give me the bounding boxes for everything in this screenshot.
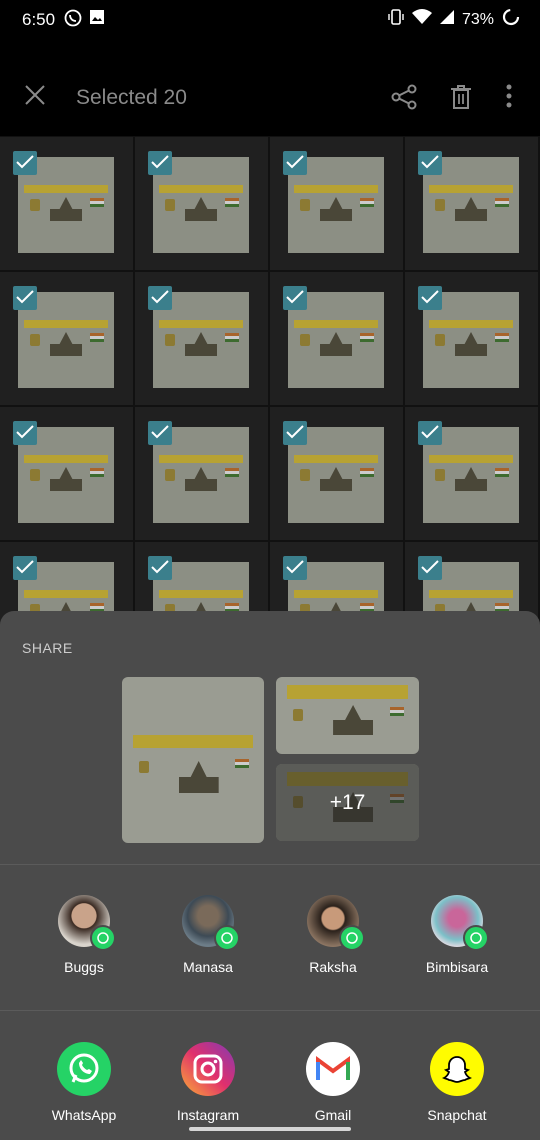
instagram-icon <box>181 1042 235 1096</box>
close-icon[interactable] <box>24 84 46 111</box>
signal-icon <box>439 10 454 29</box>
app-name: Instagram <box>176 1107 240 1123</box>
photo-thumbnail[interactable] <box>135 137 268 270</box>
avatar <box>182 895 240 951</box>
delete-icon[interactable] <box>450 84 472 115</box>
app-snapchat[interactable]: Snapchat <box>402 1042 512 1123</box>
more-options-icon[interactable] <box>506 84 512 113</box>
photo-thumbnail[interactable] <box>270 407 403 540</box>
gallery-notification-icon <box>90 9 104 30</box>
app-instagram[interactable]: Instagram <box>153 1042 263 1123</box>
contact-name: Buggs <box>64 959 104 975</box>
divider <box>0 864 540 865</box>
app-gmail[interactable]: Gmail <box>278 1042 388 1123</box>
photo-thumbnail[interactable] <box>270 137 403 270</box>
app-name: Gmail <box>314 1107 352 1123</box>
checkbox-checked-icon[interactable] <box>418 286 442 310</box>
photo-thumbnail[interactable] <box>405 272 538 405</box>
share-preview-second <box>276 677 419 754</box>
checkbox-checked-icon[interactable] <box>148 421 172 445</box>
photo-thumbnail[interactable] <box>135 272 268 405</box>
photo-thumbnail[interactable] <box>270 272 403 405</box>
home-indicator[interactable] <box>189 1127 351 1131</box>
whatsapp-icon <box>57 1042 111 1096</box>
whatsapp-badge-icon <box>90 925 116 951</box>
whatsapp-badge-icon <box>214 925 240 951</box>
checkbox-checked-icon[interactable] <box>283 421 307 445</box>
share-icon[interactable] <box>390 84 418 115</box>
contact-manasa[interactable]: Manasa <box>153 895 263 975</box>
photo-thumbnail[interactable] <box>405 137 538 270</box>
selection-toolbar: Selected 20 <box>0 40 540 136</box>
photo-thumbnail[interactable] <box>0 272 133 405</box>
battery-icon <box>502 8 520 31</box>
contact-name: Bimbisara <box>425 959 489 975</box>
share-preview-more: +17 <box>276 764 419 841</box>
gmail-icon <box>306 1042 360 1096</box>
checkbox-checked-icon[interactable] <box>283 556 307 580</box>
status-bar: 6:50 73% <box>0 0 540 40</box>
whatsapp-notification-icon <box>64 9 82 32</box>
contact-bimbisara[interactable]: Bimbisara <box>402 895 512 975</box>
checkbox-checked-icon[interactable] <box>13 421 37 445</box>
vibrate-icon <box>388 9 404 30</box>
more-count: +17 <box>276 764 419 841</box>
share-sheet: SHARE +17 Buggs Manasa Raksha Bimbisara <box>0 611 540 1140</box>
whatsapp-badge-icon <box>463 925 489 951</box>
wifi-icon <box>411 9 432 30</box>
snapchat-icon <box>430 1042 484 1096</box>
share-sheet-label: SHARE <box>22 640 73 656</box>
checkbox-checked-icon[interactable] <box>283 151 307 175</box>
contact-name: Raksha <box>309 959 357 975</box>
share-preview-main <box>122 677 264 843</box>
photo-thumbnail[interactable] <box>0 407 133 540</box>
checkbox-checked-icon[interactable] <box>148 556 172 580</box>
checkbox-checked-icon[interactable] <box>13 286 37 310</box>
checkbox-checked-icon[interactable] <box>148 286 172 310</box>
photo-thumbnail[interactable] <box>135 407 268 540</box>
app-whatsapp[interactable]: WhatsApp <box>29 1042 139 1123</box>
contact-buggs[interactable]: Buggs <box>29 895 139 975</box>
battery-percent: 73% <box>461 10 494 28</box>
avatar <box>431 895 489 951</box>
avatar <box>58 895 116 951</box>
status-time: 6:50 <box>22 10 56 29</box>
photo-thumbnail[interactable] <box>405 407 538 540</box>
checkbox-checked-icon[interactable] <box>13 556 37 580</box>
checkbox-checked-icon[interactable] <box>418 421 442 445</box>
checkbox-checked-icon[interactable] <box>418 556 442 580</box>
app-name: Snapchat <box>427 1107 487 1123</box>
checkbox-checked-icon[interactable] <box>13 151 37 175</box>
divider <box>0 1010 540 1011</box>
contact-raksha[interactable]: Raksha <box>278 895 388 975</box>
contact-name: Manasa <box>183 959 233 975</box>
checkbox-checked-icon[interactable] <box>148 151 172 175</box>
selection-title: Selected 20 <box>76 86 187 109</box>
photo-thumbnail[interactable] <box>0 137 133 270</box>
whatsapp-badge-icon <box>339 925 365 951</box>
checkbox-checked-icon[interactable] <box>418 151 442 175</box>
app-name: WhatsApp <box>51 1107 117 1123</box>
checkbox-checked-icon[interactable] <box>283 286 307 310</box>
avatar <box>307 895 365 951</box>
